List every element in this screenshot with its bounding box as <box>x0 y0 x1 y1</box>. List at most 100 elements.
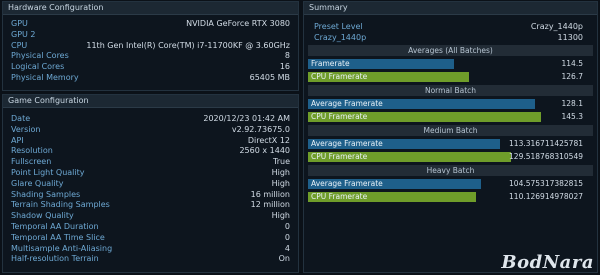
normal-framerate-bar: Average Framerate <box>308 99 535 109</box>
game-row: Multisample Anti-Aliasing 4 <box>3 244 298 255</box>
hardware-config-panel: Hardware Configuration GPU NVIDIA GeForce… <box>2 1 299 91</box>
medium-bar-row: CPU Framerate 129.518768310549 <box>308 152 597 163</box>
medium-framerate-bar: Average Framerate <box>308 139 500 149</box>
averages-cpu-framerate-bar: CPU Framerate <box>308 72 469 82</box>
heavy-bar-row: CPU Framerate 110.126914978027 <box>308 192 597 203</box>
heavy-batch-title: Heavy Batch <box>308 165 593 176</box>
game-label: Fullscreen <box>11 157 52 167</box>
heavy-bar-value: 104.575317382815 <box>509 179 583 188</box>
hardware-row: Physical Cores 8 <box>3 51 298 62</box>
watermark-logo: BodNara <box>501 252 594 273</box>
hardware-row: GPU 2 <box>3 30 298 41</box>
hardware-label: GPU <box>11 19 28 28</box>
normal-cpu-framerate-bar: CPU Framerate <box>308 112 541 122</box>
summary-title: Summary <box>304 2 597 15</box>
heavy-bar-value: 110.126914978027 <box>509 192 583 201</box>
game-label: Date <box>11 114 31 123</box>
hardware-label: Logical Cores <box>11 62 65 72</box>
heavy-bar-row: Average Framerate 104.575317382815 <box>308 179 597 190</box>
batch-sections: Averages (All Batches) Framerate 114.5 CPU … <box>304 45 597 203</box>
hardware-value: NVIDIA GeForce RTX 3080 <box>186 19 290 28</box>
game-value: True <box>273 157 290 167</box>
game-row: Fullscreen True <box>3 157 298 168</box>
game-value: 2560 x 1440 <box>239 146 290 156</box>
game-config-list: Date 2020/12/23 01:42 AM Version v2.92.7367… <box>3 108 298 265</box>
hardware-value: 65405 MB <box>249 72 290 82</box>
game-row: Temporal AA Time Slice 0 <box>3 233 298 244</box>
normal-bar-value: 128.1 <box>561 99 583 108</box>
hardware-label: Physical Memory <box>11 72 79 82</box>
averages-bar-row: Framerate 114.5 <box>308 59 597 70</box>
game-row: Shadow Quality High <box>3 211 298 222</box>
game-label: Terrain Shading Samples <box>11 200 110 210</box>
summary-panel: Summary Preset Level Crazy_1440p Crazy_1… <box>303 1 598 273</box>
normal-batch-title: Normal Batch <box>308 85 593 96</box>
game-label: API <box>11 135 24 145</box>
preset-level-value: Crazy_1440p <box>530 22 583 31</box>
hardware-row: GPU NVIDIA GeForce RTX 3080 <box>3 19 298 30</box>
heavy-cpu-framerate-bar: CPU Framerate <box>308 192 476 202</box>
hardware-row: Logical Cores 16 <box>3 62 298 73</box>
averages-framerate-bar: Framerate <box>308 59 454 69</box>
game-row: Temporal AA Duration 0 <box>3 222 298 233</box>
game-label: Half-resolution Terrain <box>11 254 99 264</box>
game-value: 4 <box>284 243 290 253</box>
averages-bar-row: CPU Framerate 126.7 <box>308 72 597 83</box>
game-label: Multisample Anti-Aliasing <box>11 243 113 253</box>
game-config-panel: Game Configuration Date 2020/12/23 01:42 … <box>2 94 299 273</box>
hardware-config-title: Hardware Configuration <box>3 2 298 15</box>
medium-batch-title: Medium Batch <box>308 125 593 136</box>
game-value: 12 million <box>250 200 290 210</box>
hardware-value: 16 <box>279 62 290 72</box>
normal-bar-value: 145.3 <box>561 112 583 121</box>
hardware-label: CPU <box>11 40 28 50</box>
hardware-label: GPU 2 <box>11 29 36 39</box>
game-label: Glare Quality <box>11 178 64 188</box>
game-row: Glare Quality High <box>3 179 298 190</box>
score-label: Crazy_1440p <box>314 33 367 42</box>
game-row: Point Light Quality High <box>3 168 298 179</box>
game-label: Shadow Quality <box>11 211 74 221</box>
game-row: Half-resolution Terrain On <box>3 254 298 265</box>
hardware-label: Physical Cores <box>11 51 69 61</box>
hardware-row: CPU 11th Gen Intel(R) Core(TM) i7-11700KF… <box>3 41 298 52</box>
game-label: Temporal AA Time Slice <box>11 232 105 242</box>
averages-bar-value: 114.5 <box>561 59 583 68</box>
game-value: 0 <box>284 221 290 231</box>
game-label: Shading Samples <box>11 189 81 199</box>
game-row: Resolution 2560 x 1440 <box>3 146 298 157</box>
game-row: Version v2.92.73675.0 <box>3 125 298 136</box>
averages-batch-title: Averages (All Batches) <box>308 45 593 56</box>
score-value: 11300 <box>557 33 583 42</box>
game-value: High <box>271 167 290 177</box>
game-label: Resolution <box>11 146 53 156</box>
game-value: High <box>271 211 290 221</box>
preset-level-row: Preset Level Crazy_1440p <box>304 21 597 32</box>
medium-bar-value: 113.316711425781 <box>509 139 583 148</box>
medium-cpu-framerate-bar: CPU Framerate <box>308 152 511 162</box>
game-value: 16 million <box>250 189 290 199</box>
game-value: On <box>278 254 290 264</box>
averages-bar-value: 126.7 <box>561 72 583 81</box>
game-row: Terrain Shading Samples 12 million <box>3 200 298 211</box>
game-row: API DirectX 12 <box>3 136 298 147</box>
hardware-config-list: GPU NVIDIA GeForce RTX 3080 GPU 2 CPU 11th G… <box>3 15 298 84</box>
game-label: Point Light Quality <box>11 167 85 177</box>
score-row: Crazy_1440p 11300 <box>304 32 597 43</box>
game-label: Version <box>11 124 41 134</box>
game-value: 2020/12/23 01:42 AM <box>203 114 290 123</box>
game-value: 0 <box>284 232 290 242</box>
preset-level-label: Preset Level <box>314 22 363 31</box>
normal-bar-row: Average Framerate 128.1 <box>308 99 597 110</box>
hardware-row: Physical Memory 65405 MB <box>3 73 298 84</box>
heavy-framerate-bar: Average Framerate <box>308 179 481 189</box>
normal-bar-row: CPU Framerate 145.3 <box>308 112 597 123</box>
game-row: Date 2020/12/23 01:42 AM <box>3 114 298 125</box>
game-value: v2.92.73675.0 <box>231 124 290 134</box>
game-config-title: Game Configuration <box>3 95 298 108</box>
medium-bar-value: 129.518768310549 <box>509 152 583 161</box>
hardware-value: 11th Gen Intel(R) Core(TM) i7-11700KF @ … <box>86 40 290 50</box>
game-label: Temporal AA Duration <box>11 221 99 231</box>
game-row: Shading Samples 16 million <box>3 190 298 201</box>
medium-bar-row: Average Framerate 113.316711425781 <box>308 139 597 150</box>
